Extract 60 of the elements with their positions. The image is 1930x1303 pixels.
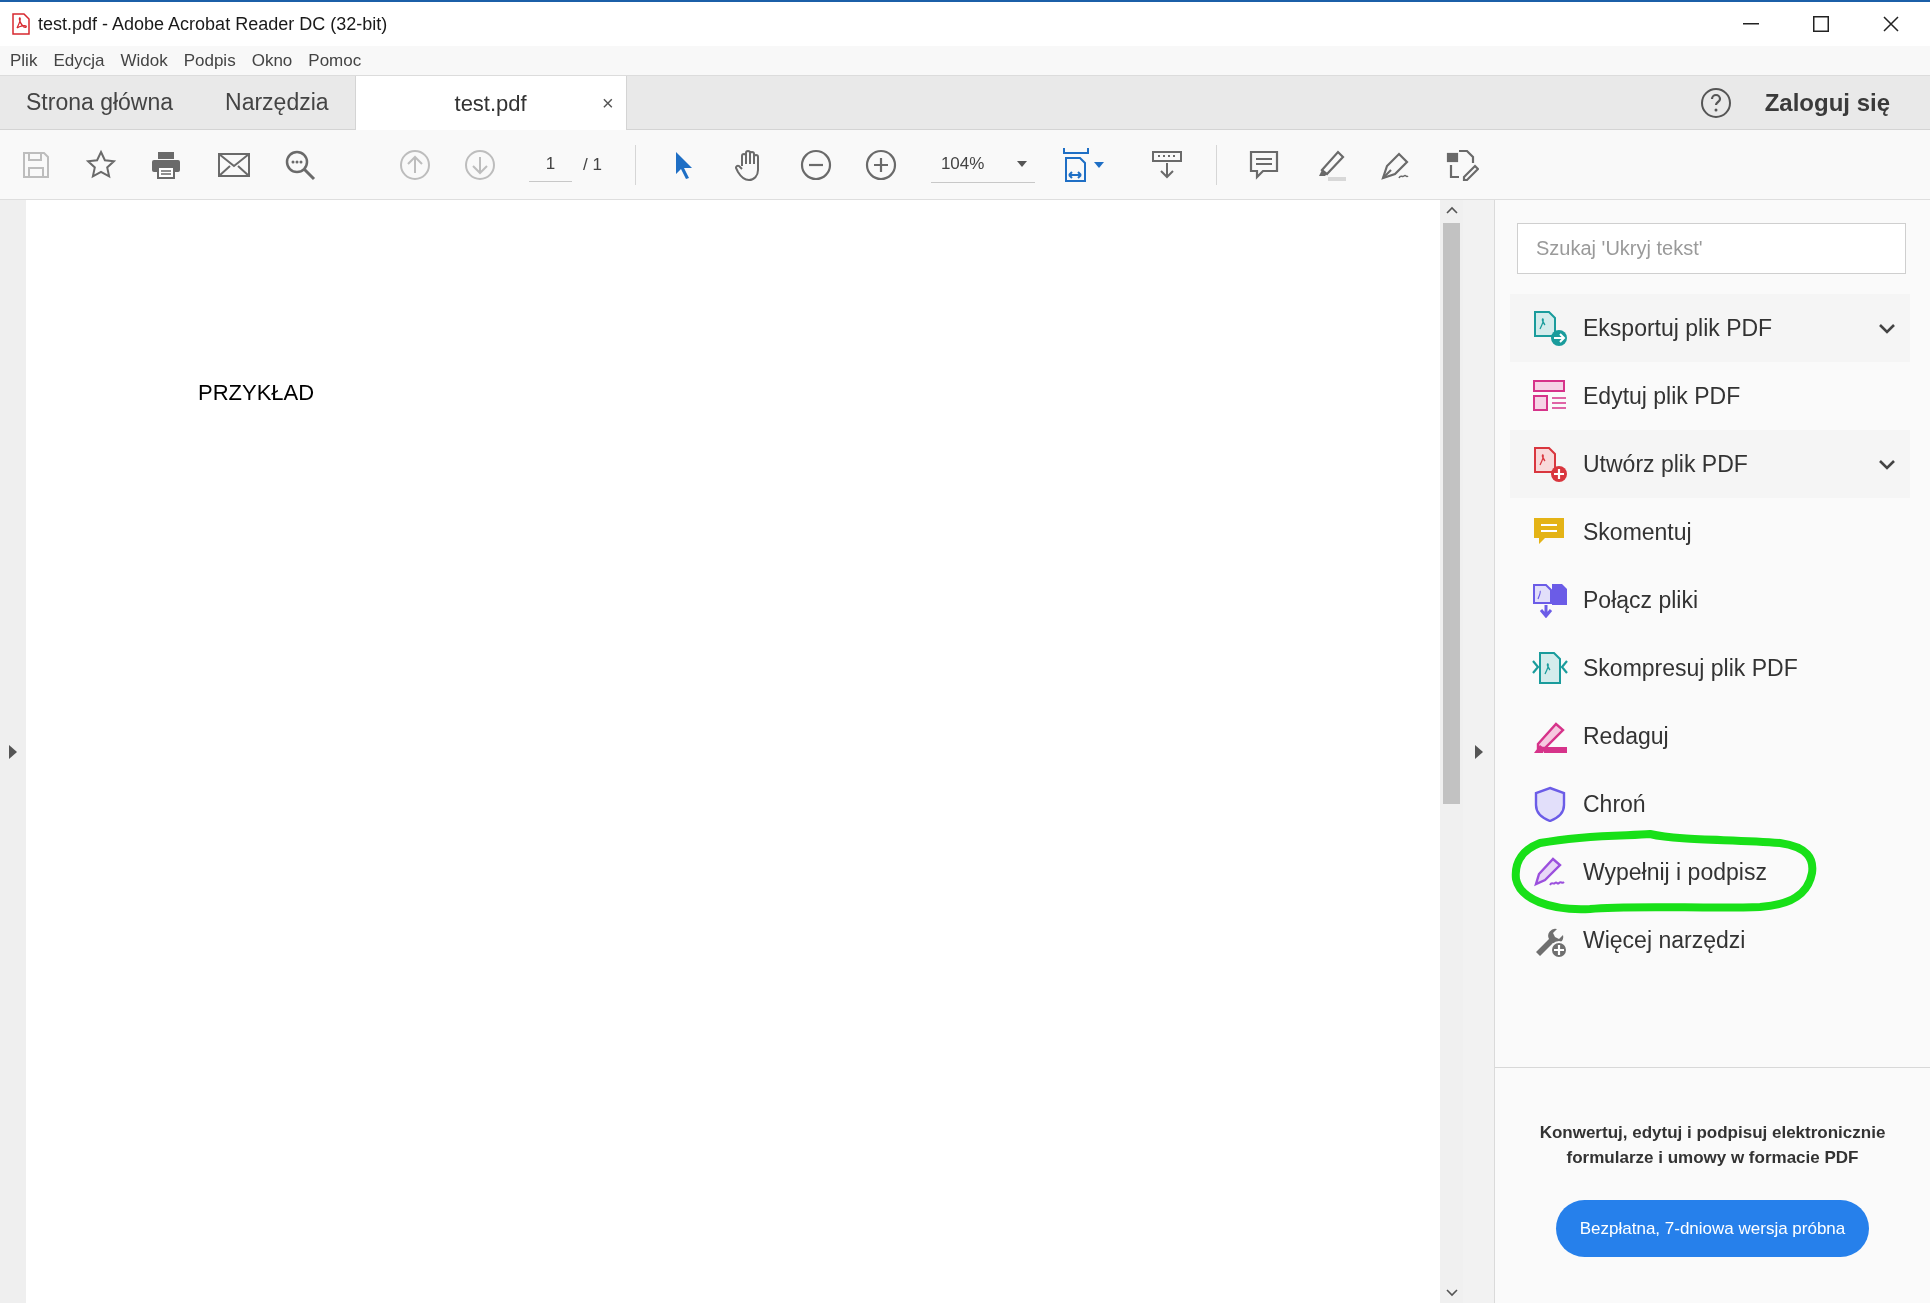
scroll-up-icon[interactable] [1445, 206, 1458, 214]
tool-item[interactable]: Wypełnij i podpisz [1510, 838, 1910, 906]
edit-layout-icon [1532, 378, 1568, 414]
free-trial-button[interactable]: Bezpłatna, 7-dniowa wersja próbna [1556, 1200, 1869, 1257]
tool-item[interactable]: Chroń [1510, 770, 1910, 838]
window-title: test.pdf - Adobe Acrobat Reader DC (32-bit) [38, 12, 388, 36]
envelope-icon [218, 152, 250, 177]
caret-icon [1093, 161, 1104, 168]
pdf-file-icon [12, 13, 30, 35]
scroll-down-icon[interactable] [1445, 1289, 1458, 1297]
star-icon [85, 148, 117, 181]
zoom-dropdown[interactable]: 104% [930, 146, 1035, 183]
speech-bubble-icon [1247, 148, 1280, 181]
keyboard-arrow-icon [1150, 149, 1183, 180]
scrollbar[interactable] [1440, 200, 1463, 1303]
create-pdf-icon [1532, 446, 1568, 482]
export-pdf-icon [1532, 310, 1568, 346]
menu-item[interactable]: Edycja [45, 47, 113, 74]
close-icon [1883, 16, 1899, 32]
maximize-icon [1813, 16, 1829, 32]
close-tab-button[interactable]: × [601, 88, 614, 118]
expand-arrow-icon[interactable] [1474, 744, 1483, 759]
menu-item[interactable]: Widok [112, 47, 176, 74]
menu-item[interactable]: Podpis [175, 47, 244, 74]
document-text: PRZYKŁAD [198, 380, 315, 405]
nav-tab[interactable]: Narzędzia [199, 76, 355, 129]
tool-item[interactable]: Więcej narzędzi [1510, 906, 1910, 974]
search-icon [284, 148, 316, 181]
tool-item[interactable]: Skompresuj plik PDF [1510, 634, 1910, 702]
nav-tab[interactable]: Strona główna [0, 76, 200, 129]
tool-item[interactable]: Utwórz plik PDF [1510, 430, 1910, 498]
fit-page-icon [1061, 146, 1090, 183]
page-count: / 1 [583, 153, 602, 176]
tool-item[interactable]: Eksportuj plik PDF [1510, 294, 1910, 362]
document-tab[interactable]: test.pdf × [354, 76, 627, 130]
combine-files-icon [1532, 582, 1568, 618]
sign-in-link[interactable]: Zaloguj się [1764, 84, 1890, 121]
expand-arrow-icon[interactable] [9, 744, 17, 759]
minimize-icon [1743, 23, 1759, 25]
printer-icon [150, 149, 182, 180]
help-icon[interactable] [1699, 86, 1732, 119]
compress-pdf-icon [1532, 650, 1568, 686]
minus-circle-icon [799, 148, 832, 181]
tool-item[interactable]: Edytuj plik PDF [1510, 362, 1910, 430]
tool-item[interactable]: Skomentuj [1510, 498, 1910, 566]
document-edit-icon [1444, 147, 1479, 182]
menu-item[interactable]: Okno [243, 47, 301, 74]
promo-text: Konwertuj, edytuj i podpisuj elektronicznie formularze i umowy w formacie PDF [1538, 1122, 1887, 1169]
plus-circle-icon [864, 148, 897, 181]
caret-icon [1016, 161, 1027, 167]
shield-icon [1532, 786, 1568, 822]
tool-item[interactable]: Redaguj [1510, 702, 1910, 770]
chevron-down-icon[interactable] [1878, 458, 1896, 470]
menu-item[interactable]: Pomoc [300, 47, 370, 74]
search-field[interactable]: Szukaj 'Ukryj tekst' [1517, 223, 1906, 274]
page-number-field[interactable]: 1 [529, 147, 572, 182]
chevron-down-icon[interactable] [1878, 322, 1896, 334]
save-icon [21, 149, 51, 180]
tool-item[interactable]: Połącz pliki [1510, 566, 1910, 634]
menu-item[interactable]: Plik [2, 47, 46, 74]
